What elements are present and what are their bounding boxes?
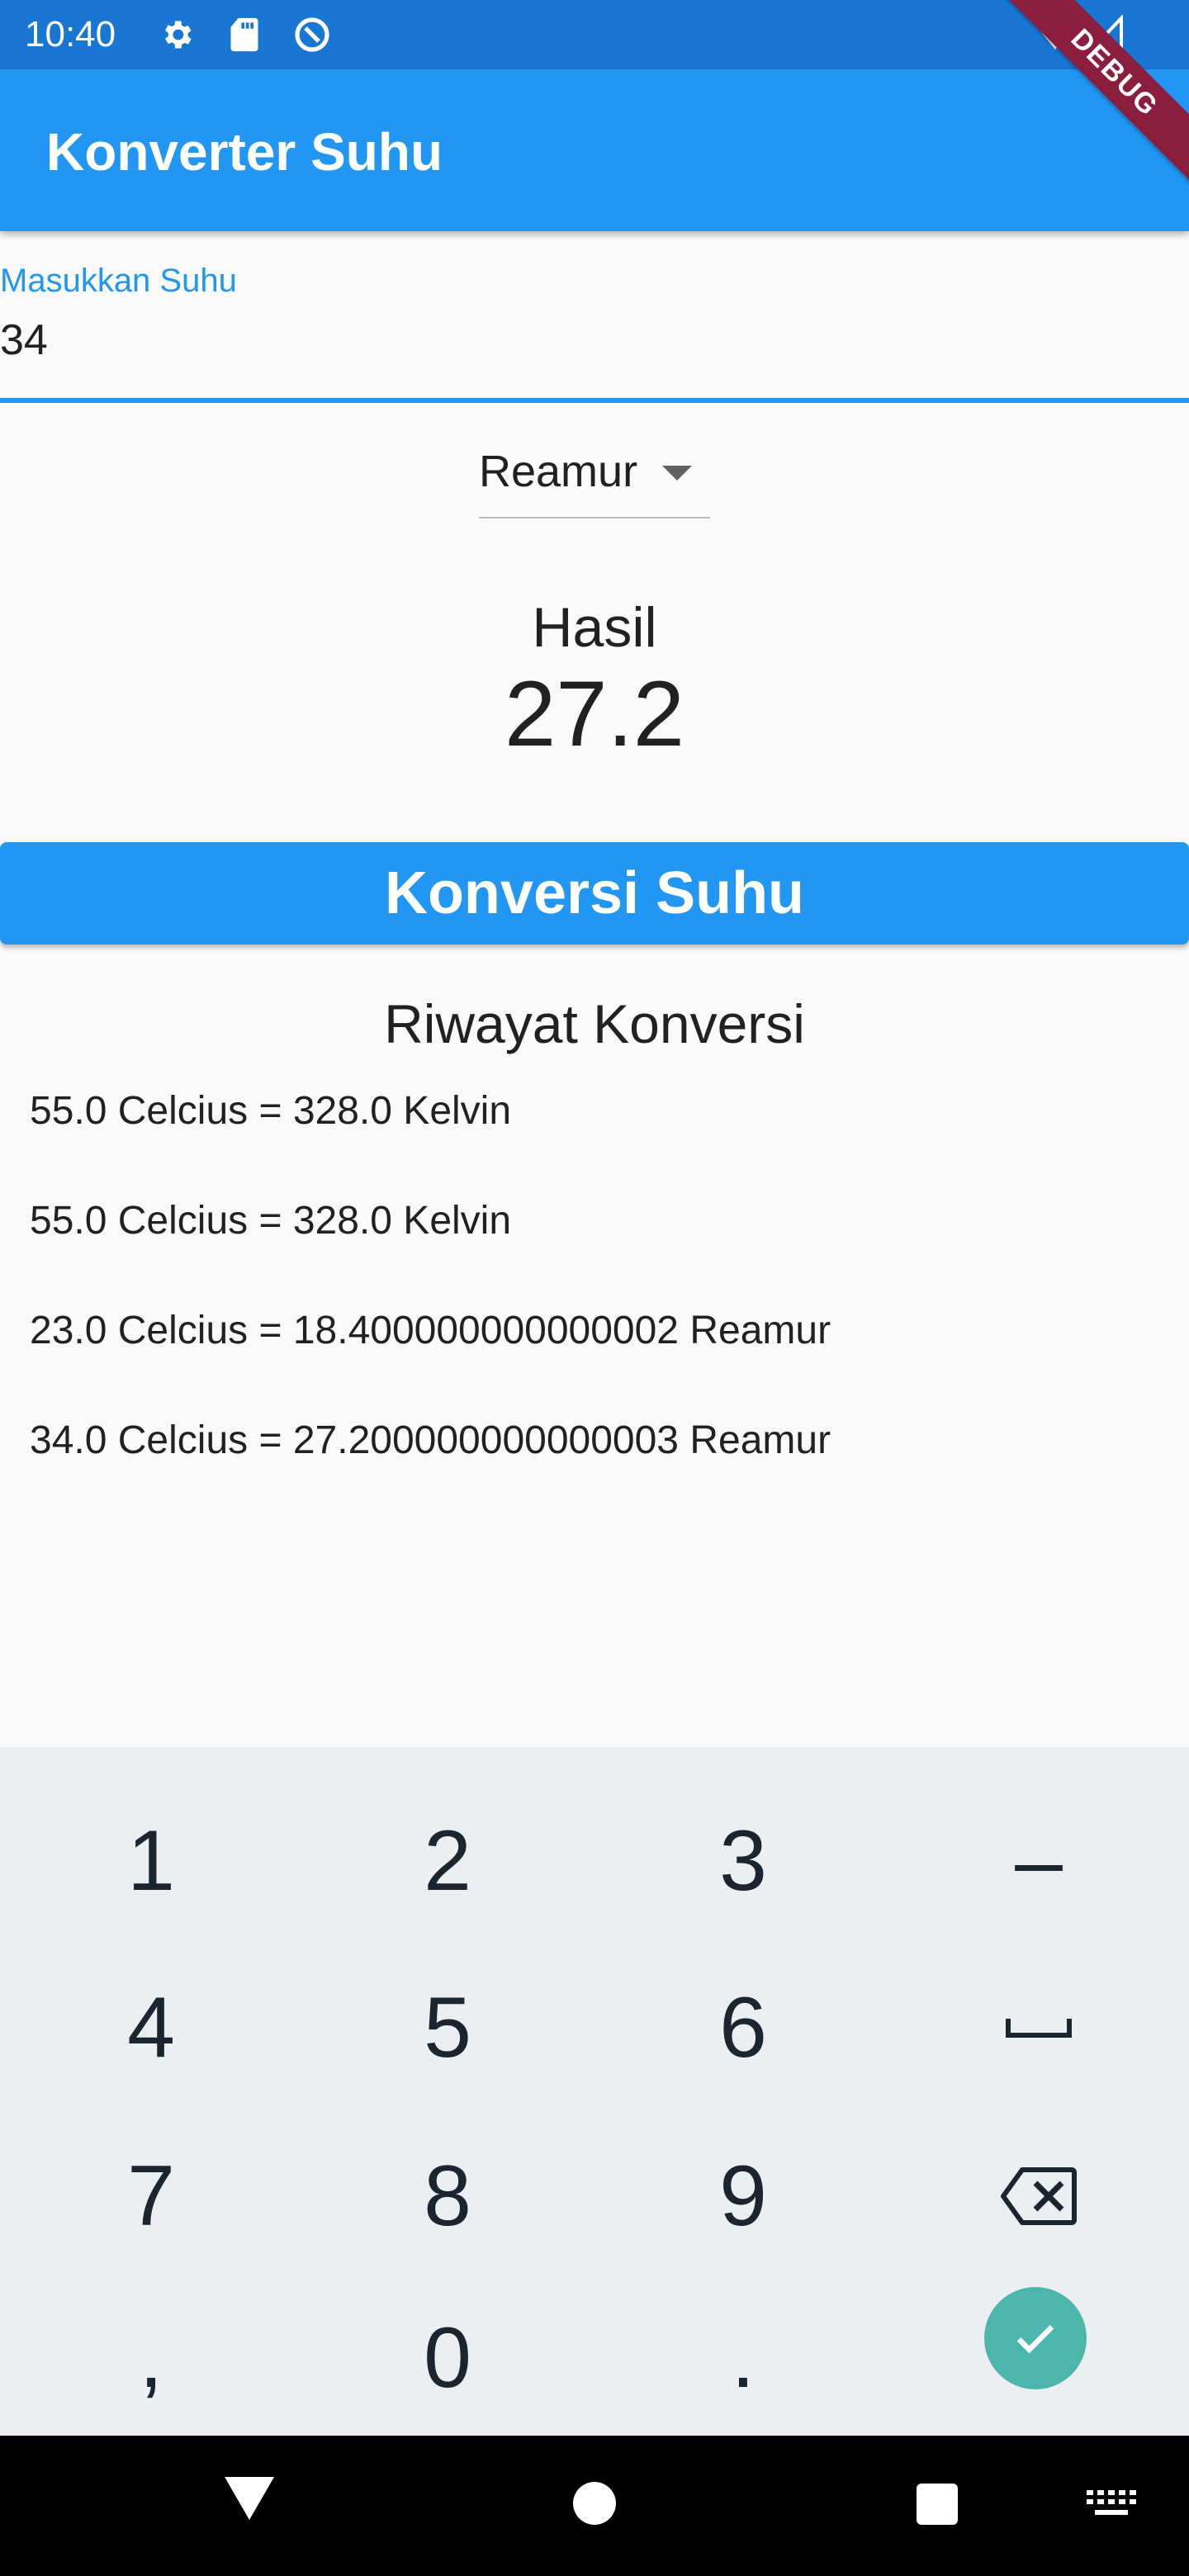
app-title: Konverter Suhu: [46, 122, 443, 182]
done-key[interactable]: [984, 2287, 1087, 2389]
temperature-field[interactable]: Masukkan Suhu: [0, 256, 1189, 403]
convert-button[interactable]: Konversi Suhu: [0, 842, 1189, 945]
key-8[interactable]: 8: [299, 2114, 596, 2279]
key-7[interactable]: 7: [2, 2114, 300, 2279]
app-bar: Konverter Suhu: [0, 69, 1189, 231]
history-item: 34.0 Celcius = 27.200000000000003 Reamur: [30, 1418, 831, 1462]
chevron-down-icon: [662, 466, 692, 481]
status-bar: 10:40: [0, 0, 1189, 69]
back-icon[interactable]: [225, 2477, 274, 2520]
temperature-field-label: Masukkan Suhu: [0, 263, 237, 299]
history-item: 55.0 Celcius = 328.0 Kelvin: [30, 1089, 512, 1133]
navigation-bar: [0, 2436, 1189, 2576]
status-time: 10:40: [25, 14, 116, 54]
history-item: 55.0 Celcius = 328.0 Kelvin: [30, 1199, 512, 1243]
key-period[interactable]: .: [594, 2275, 892, 2441]
status-notification-icons: [157, 15, 332, 54]
keyboard-switch-icon[interactable]: [1087, 2490, 1136, 2524]
history-item: 23.0 Celcius = 18.400000000000002 Reamur: [30, 1309, 831, 1352]
temperature-input[interactable]: [0, 307, 1156, 373]
key-1[interactable]: 1: [2, 1778, 300, 1944]
unit-dropdown[interactable]: Reamur: [479, 429, 710, 519]
key-space[interactable]: [890, 1945, 1187, 2110]
key-2[interactable]: 2: [299, 1778, 596, 1944]
field-underline: [0, 398, 1189, 403]
history-list: 55.0 Celcius = 328.0 Kelvin 55.0 Celcius…: [30, 1082, 1169, 1521]
space-icon: [1006, 2019, 1072, 2038]
recent-apps-icon[interactable]: [917, 2484, 958, 2525]
key-minus[interactable]: –: [890, 1778, 1187, 1944]
key-5[interactable]: 5: [299, 1945, 596, 2110]
key-3[interactable]: 3: [594, 1778, 892, 1944]
result-label: Hasil: [532, 596, 657, 659]
sd-card-icon: [225, 15, 264, 54]
sync-icon: [292, 15, 332, 54]
unit-dropdown-value: Reamur: [479, 447, 638, 496]
key-4[interactable]: 4: [2, 1945, 300, 2110]
key-6[interactable]: 6: [594, 1945, 892, 2110]
key-comma[interactable]: ,: [2, 2275, 300, 2441]
key-backspace[interactable]: [890, 2114, 1187, 2279]
settings-icon: [157, 15, 197, 54]
backspace-icon: [1001, 2167, 1077, 2225]
home-icon[interactable]: [573, 2482, 616, 2525]
key-9[interactable]: 9: [594, 2114, 892, 2279]
key-0[interactable]: 0: [299, 2275, 596, 2441]
check-icon: [1016, 2324, 1054, 2354]
numeric-keyboard: 1 2 3 – 4 5 6 7 8 9 , 0 .: [0, 1747, 1189, 2436]
result-value: 27.2: [504, 662, 685, 765]
history-title: Riwayat Konversi: [384, 993, 805, 1054]
